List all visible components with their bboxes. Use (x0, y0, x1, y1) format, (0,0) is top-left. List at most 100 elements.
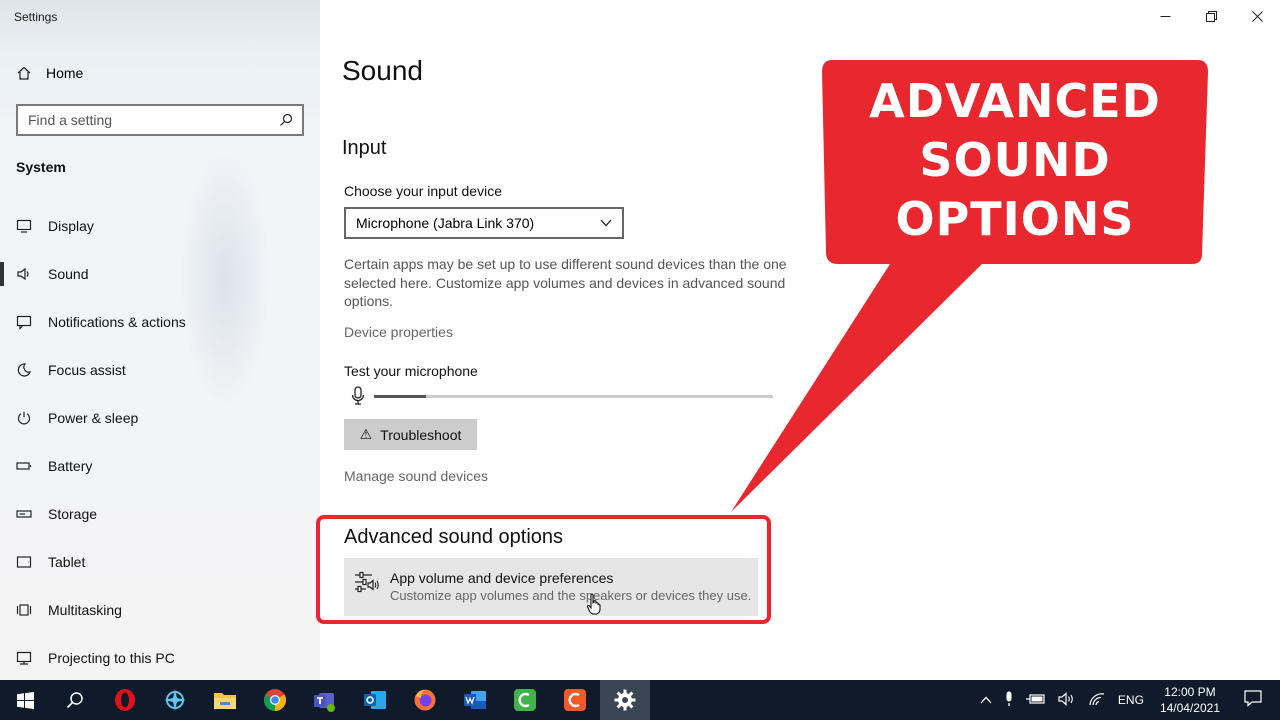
sidebar-nav: Display Sound Notifications & actions Fo… (0, 202, 320, 682)
tray-wifi[interactable] (1082, 692, 1112, 709)
sidebar-item-power-sleep[interactable]: Power & sleep (0, 394, 320, 442)
taskbar-settings[interactable] (600, 680, 650, 720)
taskbar-firefox[interactable] (400, 680, 450, 720)
minimize-icon (1160, 15, 1170, 17)
firefox-icon (414, 689, 436, 711)
action-center-button[interactable] (1234, 690, 1280, 710)
notifications-icon (16, 314, 32, 330)
sidebar-home[interactable]: Home (16, 62, 83, 84)
volume-icon (1058, 691, 1073, 706)
sidebar-item-label: Notifications & actions (48, 314, 186, 330)
microphone-level-meter (374, 395, 773, 398)
taskbar-file-explorer[interactable] (200, 680, 250, 720)
sidebar-item-label: Storage (48, 506, 98, 522)
app-title: Settings (14, 10, 58, 24)
microphone-level-fill (374, 395, 426, 398)
power-icon (16, 410, 32, 426)
notification-center-icon (1244, 690, 1262, 707)
sidebar-item-battery[interactable]: Battery (0, 442, 320, 490)
taskbar-vpn[interactable] (150, 680, 200, 720)
chrome-icon (264, 689, 286, 711)
show-hidden-icons-button[interactable] (974, 693, 998, 707)
search-icon[interactable] (278, 112, 294, 128)
sidebar-item-focus-assist[interactable]: Focus assist (0, 346, 320, 394)
file-explorer-icon (214, 693, 236, 709)
sidebar-item-label: Tablet (48, 554, 86, 570)
tray-battery[interactable] (1020, 692, 1052, 709)
taskbar: ENG 12:00 PM 14/04/2021 (0, 680, 1280, 720)
sidebar-item-label: Power & sleep (48, 410, 139, 426)
microphone-icon (351, 386, 365, 405)
page-title: Sound (342, 55, 423, 86)
search-box[interactable] (16, 104, 304, 136)
clock[interactable]: 12:00 PM 14/04/2021 (1150, 684, 1234, 716)
opera-icon (115, 689, 135, 711)
close-icon (1251, 10, 1263, 22)
choose-input-label: Choose your input device (344, 183, 502, 199)
callout-line-3: OPTIONS (895, 192, 1135, 246)
callout-text: ADVANCED SOUND OPTIONS (828, 72, 1202, 249)
restore-icon (1205, 10, 1217, 22)
sidebar-item-sound[interactable]: Sound (0, 250, 320, 298)
multitasking-icon (16, 602, 32, 618)
taskbar-chrome[interactable] (250, 680, 300, 720)
callout-line-1: ADVANCED (869, 74, 1161, 128)
taskbar-teams[interactable] (300, 680, 350, 720)
taskbar-outlook[interactable] (350, 680, 400, 720)
section-label: System (16, 159, 66, 175)
language-indicator[interactable]: ENG (1112, 693, 1150, 707)
tray-microphone[interactable] (998, 691, 1020, 710)
outlook-icon (364, 691, 386, 709)
moon-icon (16, 362, 32, 378)
home-label: Home (46, 65, 84, 81)
clock-date: 14/04/2021 (1159, 701, 1220, 715)
chevron-up-icon (980, 696, 992, 704)
taskbar-search-button[interactable] (50, 680, 100, 720)
camtasia-recorder-icon (564, 689, 586, 711)
sidebar: Settings Home System Display Sound Notif… (0, 0, 320, 680)
chevron-down-icon (600, 219, 612, 227)
sliders-speaker-icon (355, 571, 379, 593)
microphone-icon (1006, 691, 1012, 706)
troubleshoot-button[interactable]: ⚠ Troubleshoot (344, 419, 477, 450)
taskbar-camtasia[interactable] (500, 680, 550, 720)
system-tray: ENG 12:00 PM 14/04/2021 (974, 680, 1280, 720)
tablet-icon (16, 554, 32, 570)
tray-volume[interactable] (1052, 691, 1082, 709)
camtasia-icon (514, 689, 536, 711)
input-device-dropdown[interactable]: Microphone (Jabra Link 370) (344, 207, 624, 239)
clock-time: 12:00 PM (1164, 685, 1216, 699)
sidebar-item-projecting[interactable]: Projecting to this PC (0, 634, 320, 682)
sidebar-item-storage[interactable]: Storage (0, 490, 320, 538)
sidebar-item-label: Projecting to this PC (48, 650, 175, 666)
projecting-icon (16, 650, 32, 666)
search-input[interactable] (28, 112, 278, 128)
sidebar-item-multitasking[interactable]: Multitasking (0, 586, 320, 634)
close-button[interactable] (1234, 0, 1280, 32)
sidebar-item-label: Battery (48, 458, 93, 474)
start-button[interactable] (0, 680, 50, 720)
minimize-button[interactable] (1142, 0, 1188, 32)
taskbar-camtasia-recorder[interactable] (550, 680, 600, 720)
sidebar-item-notifications[interactable]: Notifications & actions (0, 298, 320, 346)
search-icon (66, 692, 83, 709)
taskbar-word[interactable] (450, 680, 500, 720)
home-icon (16, 65, 32, 81)
restore-button[interactable] (1188, 0, 1234, 32)
input-device-value: Microphone (Jabra Link 370) (356, 215, 535, 231)
input-heading: Input (342, 137, 387, 159)
power-plug-battery-icon (1025, 693, 1045, 704)
sidebar-item-display[interactable]: Display (0, 202, 320, 250)
taskbar-opera[interactable] (100, 680, 150, 720)
hand-cursor-icon (586, 593, 602, 620)
display-icon (16, 218, 32, 234)
device-properties-link[interactable]: Device properties (344, 324, 453, 340)
manage-sound-devices-link[interactable]: Manage sound devices (344, 468, 488, 484)
storage-icon (16, 506, 32, 522)
troubleshoot-label: Troubleshoot (380, 426, 462, 443)
word-icon (464, 691, 486, 709)
app-volume-title: App volume and device preferences (390, 570, 614, 586)
warning-icon: ⚠ (359, 426, 373, 442)
sidebar-item-tablet[interactable]: Tablet (0, 538, 320, 586)
app-volume-preferences-button[interactable]: App volume and device preferences Custom… (344, 558, 758, 616)
